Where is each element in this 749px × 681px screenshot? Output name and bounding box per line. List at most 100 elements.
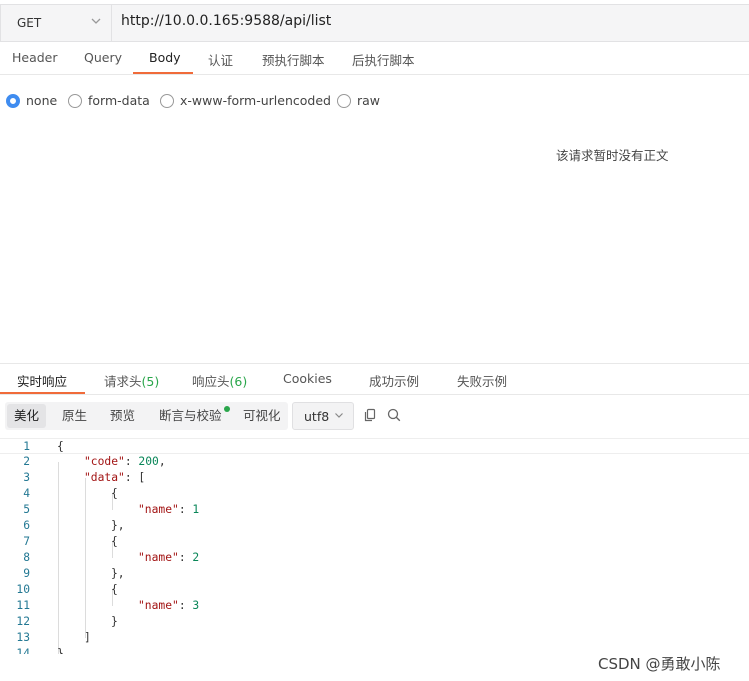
tab-request-headers[interactable]: 请求头(5) [104, 371, 159, 390]
view-beautify-button[interactable]: 美化 [7, 404, 47, 428]
json-punctuation: , [158, 455, 166, 468]
line-number: 4 [23, 487, 30, 500]
radio-unchecked-icon [68, 93, 82, 108]
json-value: 3 [192, 599, 200, 612]
view-visualize-button[interactable]: 可视化 [236, 404, 288, 428]
code-line: 8 "name": 2 [0, 550, 749, 566]
method-select[interactable]: GET [1, 5, 112, 41]
code-text: } [57, 646, 64, 654]
json-key: "name" [138, 551, 179, 564]
code-text: "name": 2 [138, 550, 199, 566]
line-number: 11 [16, 599, 30, 612]
code-line: 13] [0, 630, 749, 646]
radio-label: x-www-form-urlencoded [180, 93, 331, 108]
json-punctuation: : [ [124, 471, 146, 484]
json-punctuation: { [111, 535, 118, 548]
json-key: "code" [84, 455, 125, 468]
json-value: 1 [192, 503, 200, 516]
copy-icon[interactable] [363, 408, 377, 422]
json-value: 2 [192, 551, 200, 564]
view-assertion-button[interactable]: 断言与校验 [152, 404, 229, 428]
code-line: 7{ [0, 534, 749, 550]
radio-raw[interactable]: raw [337, 93, 380, 108]
json-punctuation: : [124, 455, 139, 468]
code-line: 11 "name": 3 [0, 598, 749, 614]
json-punctuation: { [111, 487, 118, 500]
radio-unchecked-icon [337, 93, 351, 108]
view-preview-button[interactable]: 预览 [103, 404, 142, 428]
code-line: 1{ [0, 438, 749, 454]
json-punctuation: }, [111, 567, 125, 580]
radio-none[interactable]: none [6, 93, 57, 108]
tab-body[interactable]: Body [149, 50, 181, 65]
code-line: 3 "data": [ [0, 470, 749, 486]
code-text: "name": 3 [138, 598, 199, 614]
code-text: { [111, 534, 118, 550]
code-text: }, [111, 518, 125, 534]
line-number: 2 [23, 455, 30, 468]
radio-unchecked-icon [160, 93, 174, 108]
charset-select[interactable]: utf8 [292, 402, 354, 430]
tab-live-response[interactable]: 实时响应 [17, 371, 67, 390]
tab-label: 请求头 [104, 374, 142, 389]
tab-pre-script[interactable]: 预执行脚本 [262, 50, 325, 69]
tab-failure-example[interactable]: 失败示例 [457, 371, 507, 390]
json-punctuation: { [111, 583, 118, 596]
view-raw-button[interactable]: 原生 [55, 404, 94, 428]
chevron-down-icon [91, 18, 101, 24]
line-number: 6 [23, 519, 30, 532]
watermark: CSDN @勇敢小陈 [598, 655, 721, 673]
radio-urlencoded[interactable]: x-www-form-urlencoded [160, 93, 331, 108]
tab-label: 成功示例 [369, 374, 420, 389]
line-number: 14 [16, 647, 30, 654]
json-value: 200 [138, 455, 159, 468]
tab-label: 实时响应 [17, 374, 68, 389]
line-number: 5 [23, 503, 30, 516]
code-line: 6}, [0, 518, 749, 534]
json-key: "name" [138, 599, 179, 612]
code-text: { [57, 439, 64, 455]
code-text: ] [84, 630, 91, 646]
radio-checked-icon [6, 93, 20, 108]
code-line: 9}, [0, 566, 749, 582]
json-punctuation: ] [84, 631, 91, 644]
json-punctuation: : [178, 599, 193, 612]
chevron-down-icon [335, 413, 343, 418]
method-label: GET [17, 16, 42, 30]
json-punctuation: { [57, 440, 64, 453]
tab-success-example[interactable]: 成功示例 [369, 371, 419, 390]
code-text: { [111, 486, 118, 502]
tab-response-headers[interactable]: 响应头(6) [192, 371, 247, 390]
tab-cookies[interactable]: Cookies [283, 371, 332, 386]
radio-label: none [26, 93, 58, 108]
line-number: 1 [23, 440, 30, 453]
code-line: 4{ [0, 486, 749, 502]
response-code-viewer[interactable]: 1{2 "code": 200, 3 "data": [4{5 "name": 1 6},… [0, 438, 749, 654]
code-line: 5 "name": 1 [0, 502, 749, 518]
code-text: }, [111, 566, 125, 582]
json-punctuation: }, [111, 519, 125, 532]
view-mode-group: 美化 原生 预览 断言与校验 可视化 [5, 402, 288, 430]
charset-label: utf8 [304, 409, 330, 424]
tab-header[interactable]: Header [12, 50, 58, 65]
radio-form-data[interactable]: form-data [68, 93, 150, 108]
line-number: 10 [16, 583, 30, 596]
line-number: 8 [23, 551, 30, 564]
tab-query[interactable]: Query [84, 50, 122, 65]
url-input[interactable]: http://10.0.0.165:9588/api/list [121, 13, 331, 29]
url-bar: GET http://10.0.0.165:9588/api/list [0, 4, 749, 42]
radio-label: raw [357, 93, 381, 108]
code-text: "data": [ [84, 470, 145, 486]
code-text: } [111, 614, 118, 630]
request-tabs: Header Query Body 认证 预执行脚本 后执行脚本 [0, 43, 749, 75]
tab-post-script[interactable]: 后执行脚本 [352, 50, 415, 69]
tab-auth[interactable]: 认证 [208, 50, 233, 69]
tab-label: Cookies [283, 371, 332, 386]
json-key: "data" [84, 471, 125, 484]
active-tab-underline [133, 72, 193, 74]
line-number: 3 [23, 471, 30, 484]
code-text: "name": 1 [138, 502, 199, 518]
tab-label: 失败示例 [457, 374, 508, 389]
search-icon[interactable] [387, 408, 401, 422]
tab-count: (5) [141, 374, 160, 389]
